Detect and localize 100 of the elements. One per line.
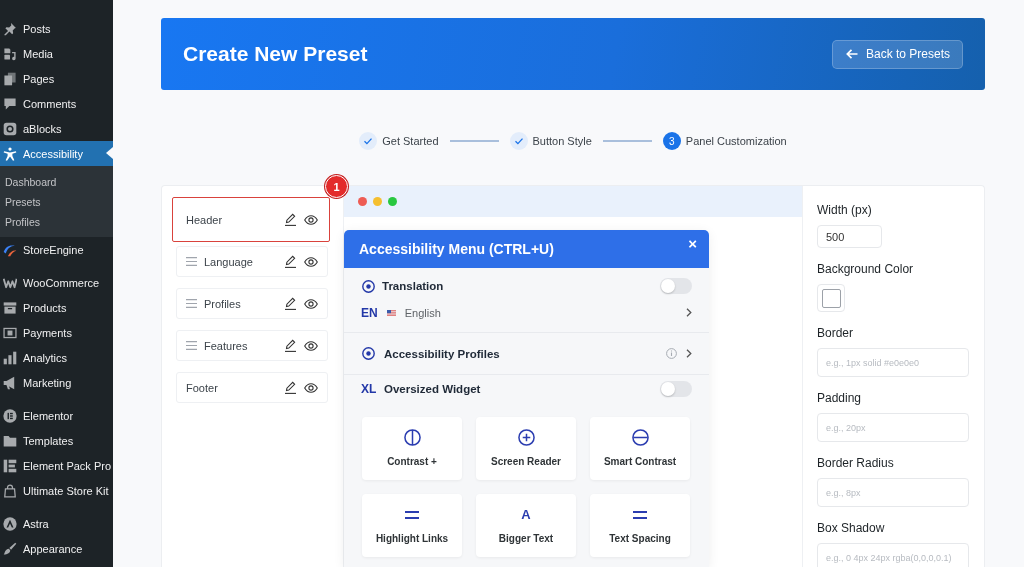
- feature-button[interactable]: Text Spacing: [590, 494, 690, 557]
- flag-icon: [386, 309, 396, 316]
- target-icon: [362, 347, 375, 360]
- triangle-circle-icon: [3, 516, 17, 531]
- feature-button[interactable]: Smart Contrast: [590, 417, 690, 480]
- framed-square-icon: [3, 325, 17, 340]
- info-icon: [666, 348, 677, 359]
- chevron-right-icon: [686, 308, 692, 317]
- section-item[interactable]: Profiles: [176, 288, 328, 319]
- feature-button[interactable]: Screen Reader: [476, 417, 576, 480]
- paintbrush-icon: [3, 541, 17, 556]
- sidebar-item[interactable]: Accessibility: [0, 141, 113, 166]
- equals-icon: [405, 510, 419, 519]
- submenu-item[interactable]: Presets: [0, 192, 113, 212]
- drag-handle-icon: [186, 299, 197, 308]
- callout-badge: 1: [325, 175, 348, 198]
- pencil-icon[interactable]: [284, 255, 297, 268]
- field-label: Border: [817, 326, 854, 341]
- text-input[interactable]: e.g., 20px: [817, 413, 969, 442]
- window-dot-icon: [373, 197, 382, 206]
- step-label: Button Style: [532, 135, 592, 147]
- circle-plus-icon: [517, 429, 535, 446]
- feature-button[interactable]: A Bigger Text: [476, 494, 576, 557]
- circle-minus-icon: [631, 429, 649, 446]
- sidebar-item[interactable]: Marketing: [0, 370, 113, 395]
- sidebar-item[interactable]: Media: [0, 41, 113, 66]
- section-item[interactable]: Features: [176, 330, 328, 361]
- step-connector: [449, 140, 499, 142]
- eye-icon[interactable]: [304, 256, 318, 267]
- sidebar-item[interactable]: Pages: [0, 66, 113, 91]
- window-dot-icon: [388, 197, 397, 206]
- pencil-icon[interactable]: [284, 381, 297, 394]
- pencil-icon[interactable]: [284, 297, 297, 310]
- number-input[interactable]: 500: [817, 225, 882, 248]
- section-item[interactable]: Header: [172, 197, 330, 242]
- drag-handle-icon: [186, 341, 197, 350]
- letter-icon: A: [521, 507, 531, 522]
- text-input[interactable]: e.g., 8px: [817, 478, 969, 507]
- field-label: Padding: [817, 391, 862, 406]
- sidebar-item[interactable]: Astra: [0, 511, 113, 536]
- back-button[interactable]: Back to Presets: [831, 39, 963, 69]
- drag-handle-icon: [186, 257, 197, 266]
- stacked-bars-logo-icon: [3, 458, 17, 473]
- close-button[interactable]: ×: [688, 236, 697, 252]
- sidebar-item[interactable]: StoreEngine: [0, 237, 113, 262]
- window-dot-icon: [358, 197, 367, 206]
- bar-chart-icon: [3, 350, 17, 365]
- text-input[interactable]: e.g., 1px solid #e0e0e0: [817, 348, 969, 377]
- megaphone-icon: [3, 375, 17, 390]
- field-label: Width (px): [817, 203, 872, 218]
- archive-box-icon: [3, 300, 17, 315]
- sidebar-item[interactable]: Appearance: [0, 536, 113, 561]
- row-label: Accessibility Profiles: [384, 347, 500, 360]
- step-connector: [602, 140, 652, 142]
- field-label: Box Shadow: [817, 521, 885, 536]
- block-square-icon: [3, 121, 17, 136]
- size-code-label: XL: [361, 382, 377, 396]
- sidebar-item[interactable]: Ultimate Store Kit: [0, 478, 113, 503]
- folder-icon: [3, 433, 17, 448]
- step-label: Panel Customization: [685, 135, 787, 147]
- sidebar-item[interactable]: Payments: [0, 320, 113, 345]
- feature-button[interactable]: Highlight Links: [362, 494, 462, 557]
- pages-icon: [3, 71, 17, 86]
- sidebar-item[interactable]: Comments: [0, 91, 113, 116]
- toggle-switch[interactable]: [660, 381, 692, 397]
- sidebar-item[interactable]: Element Pack Pro: [0, 453, 113, 478]
- text-input[interactable]: e.g., 0 4px 24px rgba(0,0,0,0.1): [817, 543, 969, 567]
- sidebar-item[interactable]: Analytics: [0, 345, 113, 370]
- sidebar-item[interactable]: Products: [0, 295, 113, 320]
- target-icon: [362, 279, 375, 293]
- sidebar-item[interactable]: Posts: [0, 16, 113, 41]
- eye-icon[interactable]: [304, 382, 318, 393]
- contrast-icon: [403, 429, 421, 446]
- pencil-icon[interactable]: [284, 213, 297, 226]
- submenu-item[interactable]: Dashboard: [0, 172, 113, 192]
- eye-icon[interactable]: [304, 298, 318, 309]
- section-item[interactable]: Language: [176, 246, 328, 277]
- language-code: EN: [361, 305, 378, 320]
- equals-icon: [633, 510, 647, 519]
- eye-icon[interactable]: [304, 214, 318, 225]
- menu-title: Accessibility Menu (CTRL+U): [359, 240, 554, 259]
- sidebar-item[interactable]: aBlocks: [0, 116, 113, 141]
- feature-button[interactable]: Contrast +: [362, 417, 462, 480]
- row-label: Oversized Widget: [384, 383, 481, 395]
- submenu-item[interactable]: Profiles: [0, 212, 113, 232]
- sidebar-item[interactable]: WooCommerce: [0, 270, 113, 295]
- section-item[interactable]: Footer: [176, 372, 328, 403]
- step-number: 3: [662, 132, 681, 150]
- field-label: Background Color: [817, 262, 914, 277]
- sidebar-item[interactable]: Elementor: [0, 403, 113, 428]
- page-title: Create New Preset: [183, 42, 368, 66]
- toggle-switch[interactable]: [660, 278, 692, 294]
- sidebar-item[interactable]: Templates: [0, 428, 113, 453]
- pencil-icon[interactable]: [284, 339, 297, 352]
- eye-icon[interactable]: [304, 340, 318, 351]
- person-icon: [3, 146, 17, 161]
- circle-bars-icon: [3, 408, 17, 423]
- media-icon: [3, 46, 17, 61]
- speech-bubble-icon: [3, 96, 17, 111]
- field-label: Border Radius: [817, 456, 894, 471]
